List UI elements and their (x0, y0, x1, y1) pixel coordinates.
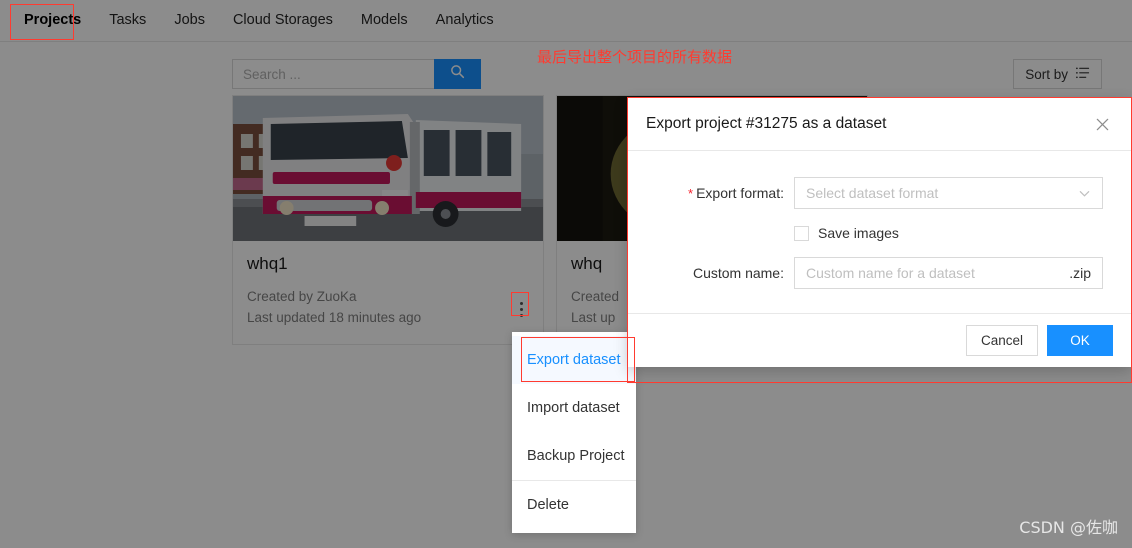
save-images-checkbox[interactable] (794, 225, 809, 241)
custom-name-suffix: .zip (1069, 265, 1091, 281)
custom-name-input[interactable]: Custom name for a dataset .zip (794, 257, 1103, 289)
export-format-select[interactable]: Select dataset format (794, 177, 1103, 209)
dialog-title: Export project #31275 as a dataset (646, 115, 887, 132)
menu-item-export-dataset[interactable]: Export dataset (512, 336, 636, 384)
export-format-label-text: Export format: (696, 184, 784, 201)
dialog-footer: Cancel OK (628, 313, 1131, 367)
export-format-placeholder: Select dataset format (806, 185, 939, 201)
export-format-row: * Export format: Select dataset format (656, 177, 1103, 209)
project-actions-dropdown: Export dataset Import dataset Backup Pro… (512, 332, 636, 533)
annotation-note: 最后导出整个项目的所有数据 (537, 48, 733, 66)
required-asterisk: * (688, 186, 694, 202)
menu-item-backup-project[interactable]: Backup Project (512, 432, 636, 480)
dialog-header: Export project #31275 as a dataset (628, 98, 1131, 151)
custom-name-row: Custom name: Custom name for a dataset .… (656, 257, 1103, 289)
ok-button[interactable]: OK (1047, 325, 1113, 356)
export-format-label: * Export format: (656, 185, 794, 202)
cancel-button[interactable]: Cancel (965, 325, 1038, 356)
custom-name-label: Custom name: (692, 265, 784, 281)
export-project-dialog: Export project #31275 as a dataset * Expo… (628, 98, 1131, 367)
save-images-row: Save images (656, 225, 1103, 241)
app-root: Projects Tasks Jobs Cloud Storages Model… (0, 0, 1132, 548)
custom-name-placeholder: Custom name for a dataset (806, 265, 975, 281)
watermark: CSDN @佐咖 (1019, 518, 1118, 537)
close-icon[interactable] (1091, 113, 1113, 135)
dialog-body: * Export format: Select dataset format Sa… (628, 151, 1131, 313)
chevron-down-icon (1078, 187, 1091, 200)
save-images-label: Save images (818, 225, 899, 241)
menu-item-import-dataset[interactable]: Import dataset (512, 384, 636, 432)
menu-item-delete[interactable]: Delete (512, 481, 636, 529)
